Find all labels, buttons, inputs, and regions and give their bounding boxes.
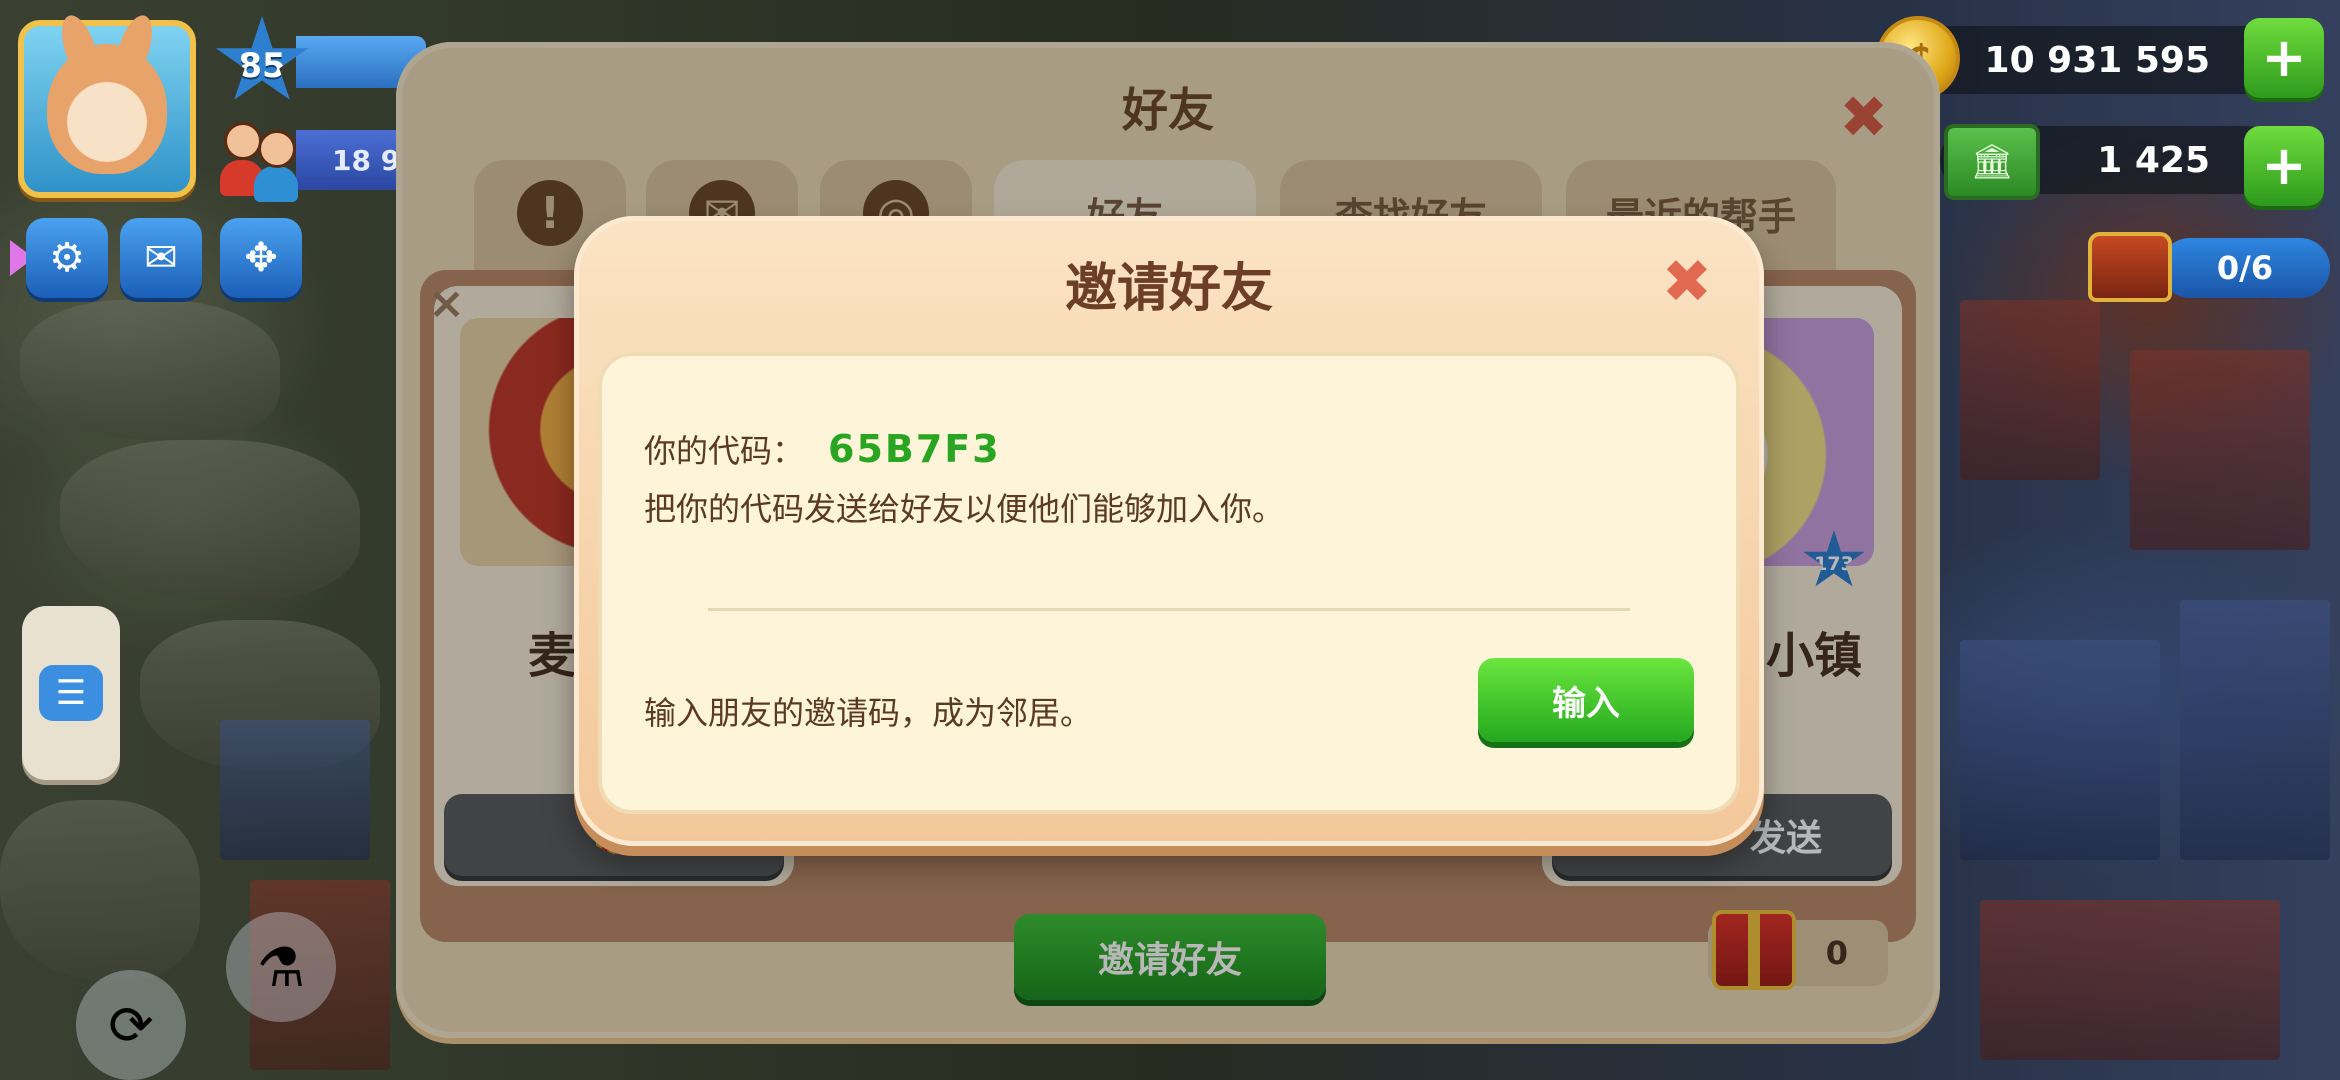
gear-icon: ⚙	[49, 235, 85, 281]
cash-value: 1 425	[2097, 139, 2210, 181]
enter-code-description: 输入朋友的邀请码，成为邻居。	[644, 694, 1093, 732]
move-button[interactable]: ✥	[220, 218, 302, 298]
coin-counter: 10 931 595	[1910, 26, 2280, 94]
your-code-value: 65B7F3	[828, 427, 1001, 471]
modal-close-icon[interactable]: ✖	[1662, 252, 1712, 312]
your-code-label: 你的代码：	[644, 432, 805, 470]
divider	[708, 608, 1630, 611]
invite-friends-modal: 邀请好友 ✖ 你的代码： 65B7F3 把你的代码发送给好友以便他们能够加入你。…	[574, 216, 1764, 846]
chest-progress-bar[interactable]: 0/6	[2160, 238, 2330, 298]
chat-button[interactable]: ☰	[22, 606, 120, 780]
population-bar: 18 9	[296, 130, 406, 190]
population-value: 18 9	[332, 143, 401, 177]
flask-icon: ⚗	[256, 935, 306, 999]
modal-title: 邀请好友	[1064, 259, 1273, 319]
player-level-value: 85	[238, 46, 286, 86]
mail-button[interactable]: ✉	[120, 218, 202, 298]
mail-icon: ✉	[144, 235, 178, 281]
lab-flask-button[interactable]: ⚗	[226, 912, 336, 1022]
bank-icon: 🏛	[1944, 124, 2040, 200]
rabbit-avatar-icon	[47, 44, 167, 174]
your-code-row: 你的代码： 65B7F3	[644, 426, 1001, 472]
enter-code-button[interactable]: 输入	[1478, 658, 1694, 742]
refresh-icon: ⟳	[108, 993, 154, 1057]
code-description: 把你的代码发送给好友以便他们能够加入你。	[644, 490, 1285, 528]
settings-button[interactable]: ⚙	[26, 218, 108, 298]
modal-content: 你的代码： 65B7F3 把你的代码发送给好友以便他们能够加入你。 输入朋友的邀…	[598, 352, 1740, 814]
treasure-chest-icon[interactable]	[2088, 232, 2172, 302]
enter-code-label: 输入	[1552, 683, 1620, 724]
player-avatar[interactable]	[18, 20, 196, 198]
coin-value: 10 931 595	[1984, 39, 2210, 81]
chat-bubble-icon: ☰	[39, 665, 103, 721]
move-arrows-icon: ✥	[244, 235, 278, 281]
refresh-button[interactable]: ⟳	[76, 970, 186, 1080]
population-icon	[218, 118, 304, 202]
add-coins-button[interactable]: +	[2244, 18, 2324, 98]
chest-progress-value: 0/6	[2216, 249, 2274, 287]
add-cash-button[interactable]: +	[2244, 126, 2324, 206]
